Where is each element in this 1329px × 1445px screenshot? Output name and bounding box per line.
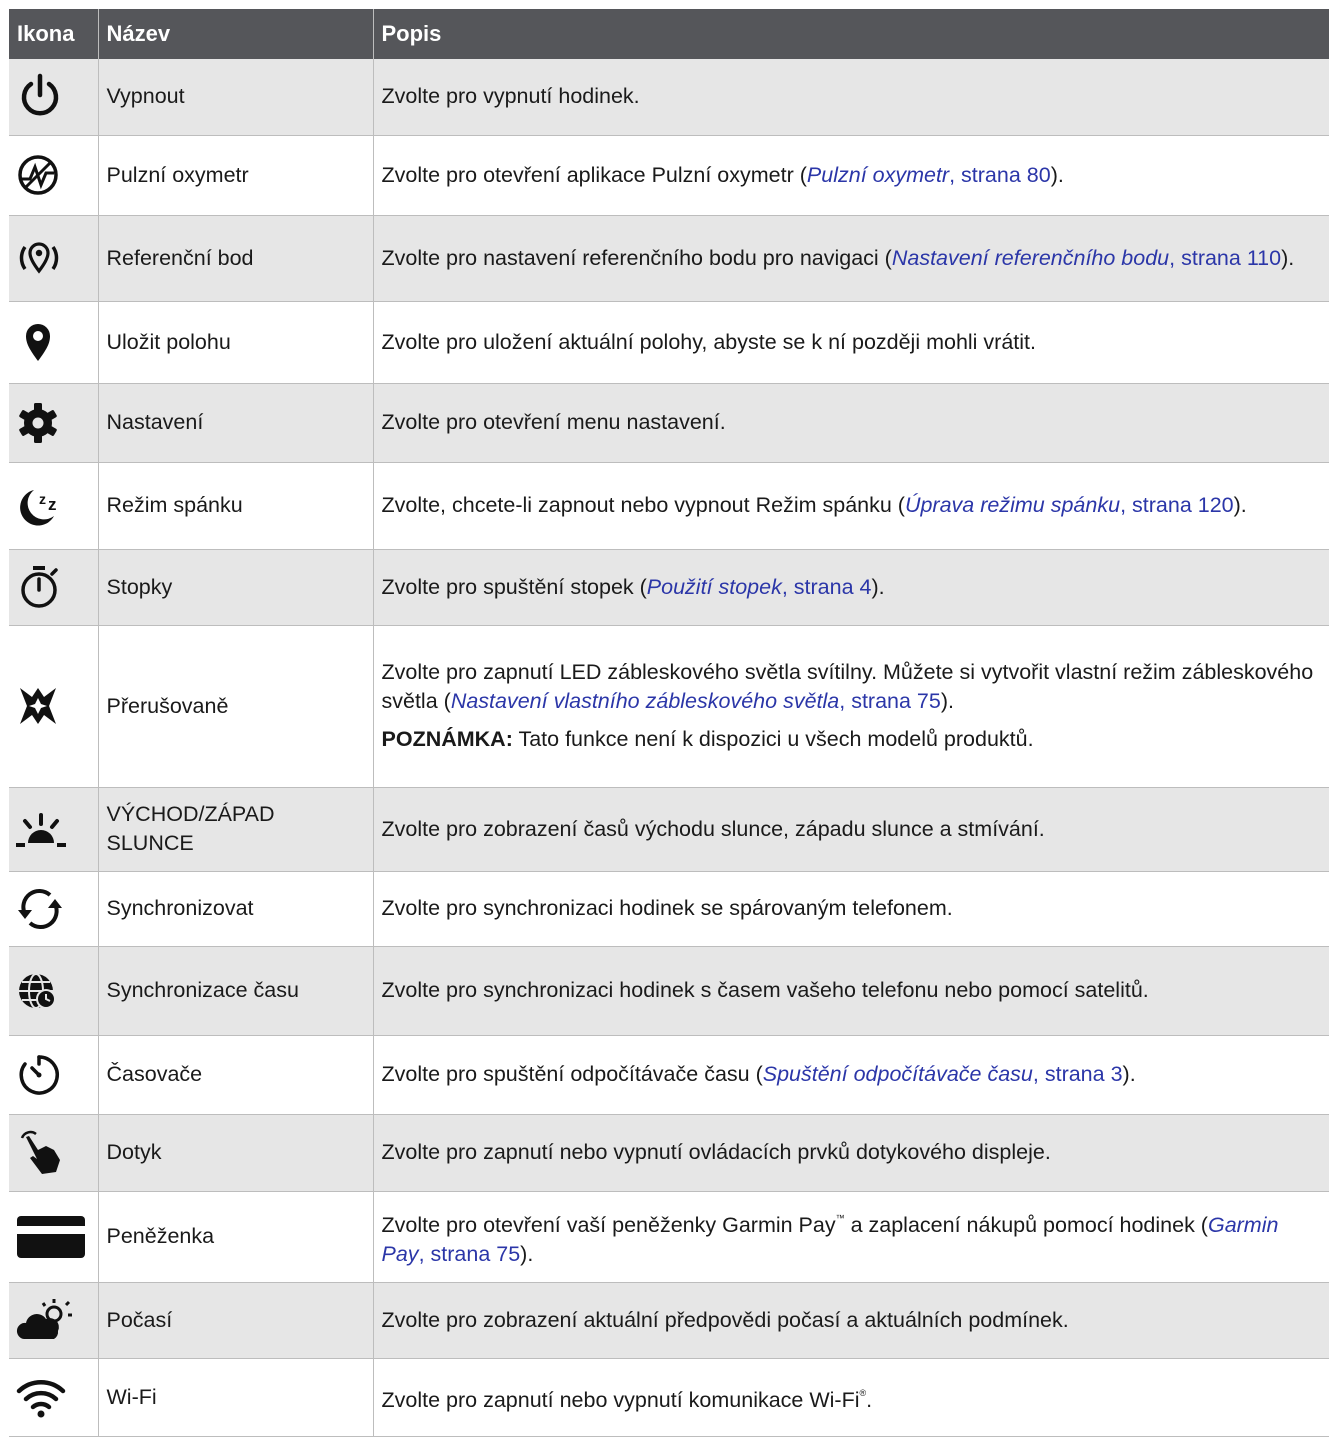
icon-cell [9, 383, 99, 463]
table-row: Pulzní oxymetr Zvolte pro otevření aplik… [9, 135, 1329, 216]
sunrise-icon [16, 813, 66, 847]
icon-cell [9, 1282, 99, 1359]
svg-text:z: z [39, 491, 46, 507]
description-cell: Zvolte pro spuštění odpočítávače času (S… [373, 1035, 1329, 1115]
table-row: Referenční bod Zvolte pro nastavení refe… [9, 215, 1329, 302]
page-reference-link[interactable]: Úprava režimu spánku, strana 120 [905, 493, 1234, 517]
icon-cell [9, 549, 99, 626]
description-cell: Zvolte pro synchronizaci hodinek se spár… [373, 871, 1329, 947]
table-row: Počasí Zvolte pro zobrazení aktuální pře… [9, 1282, 1329, 1359]
icon-cell: zz [9, 462, 99, 550]
page-reference-link[interactable]: Použití stopek, strana 4 [647, 575, 872, 599]
power-icon [21, 73, 59, 116]
description-cell: Zvolte pro zapnutí nebo vypnutí ovládací… [373, 1114, 1329, 1192]
icon-cell [9, 1191, 99, 1283]
timer-icon [19, 1054, 59, 1095]
name-cell: Peněženka [98, 1191, 374, 1283]
description-cell: Zvolte pro otevření menu nastavení. [373, 383, 1329, 463]
name-cell: Přerušovaně [98, 625, 374, 788]
wifi-icon [16, 1380, 66, 1418]
table-row: Peněženka Zvolte pro otevření vaší peněž… [9, 1191, 1329, 1283]
name-cell: Dotyk [98, 1114, 374, 1192]
icon-table: Ikona Název Popis Vypnout Zvolte pro vyp… [9, 9, 1329, 1437]
wallet-card-icon [17, 1215, 85, 1258]
name-cell: Synchronizace času [98, 946, 374, 1036]
location-pin-icon [26, 324, 50, 361]
page-reference-link[interactable]: Pulzní oxymetr, strana 80 [807, 163, 1051, 187]
table-row: Synchronizovat Zvolte pro synchronizaci … [9, 871, 1329, 947]
description-cell: Zvolte pro zobrazení časů východu slunce… [373, 787, 1329, 872]
page-reference-link[interactable]: Nastavení vlastního zábleskového světla,… [451, 689, 941, 713]
table-row: Wi-Fi Zvolte pro zapnutí nebo vypnutí ko… [9, 1358, 1329, 1437]
icon-cell [9, 301, 99, 384]
icon-cell [9, 215, 99, 302]
pulse-ox-icon [18, 155, 58, 195]
table-row: Stopky Zvolte pro spuštění stopek (Použi… [9, 549, 1329, 626]
table-row: Vypnout Zvolte pro vypnutí hodinek. [9, 59, 1329, 136]
table-row: VÝCHOD/ZÁPAD SLUNCE Zvolte pro zobrazení… [9, 787, 1329, 872]
table-row: Synchronizace času Zvolte pro synchroniz… [9, 946, 1329, 1036]
touch-hand-icon [20, 1130, 60, 1174]
name-cell: Pulzní oxymetr [98, 135, 374, 216]
name-cell: Časovače [98, 1035, 374, 1115]
name-cell: Režim spánku [98, 462, 374, 550]
icon-cell [9, 787, 99, 872]
table-header-row: Ikona Název Popis [9, 9, 1329, 59]
description-cell: Zvolte pro zapnutí nebo vypnutí komunika… [373, 1358, 1329, 1437]
name-cell: Synchronizovat [98, 871, 374, 947]
page-reference-link[interactable]: Spuštění odpočítávače času, strana 3 [763, 1062, 1123, 1086]
strobe-icon [20, 688, 56, 724]
description-cell: Zvolte pro otevření vaší peněženky Garmi… [373, 1191, 1329, 1283]
header-description: Popis [373, 9, 1329, 59]
icon-cell [9, 946, 99, 1036]
reference-point-icon [19, 242, 59, 274]
svg-text:z: z [48, 495, 57, 514]
gear-icon [19, 402, 57, 443]
name-cell: Vypnout [98, 59, 374, 136]
weather-icon [16, 1299, 72, 1339]
name-cell: Stopky [98, 549, 374, 626]
icon-cell [9, 1035, 99, 1115]
table-row: Nastavení Zvolte pro otevření menu nasta… [9, 383, 1329, 463]
name-cell: Nastavení [98, 383, 374, 463]
description-cell: Zvolte pro zobrazení aktuální předpovědi… [373, 1282, 1329, 1359]
icon-cell [9, 135, 99, 216]
description-cell: Zvolte, chcete-li zapnout nebo vypnout R… [373, 462, 1329, 550]
icon-cell [9, 625, 99, 788]
description-cell: Zvolte pro vypnutí hodinek. [373, 59, 1329, 136]
header-name: Název [98, 9, 374, 59]
table-row: Dotyk Zvolte pro zapnutí nebo vypnutí ov… [9, 1114, 1329, 1192]
icon-cell [9, 1358, 99, 1437]
description-cell: Zvolte pro uložení aktuální polohy, abys… [373, 301, 1329, 384]
name-cell: Počasí [98, 1282, 374, 1359]
header-icon: Ikona [9, 9, 99, 59]
icon-cell [9, 1114, 99, 1192]
table-row: zz Režim spánku Zvolte, chcete-li zapnou… [9, 462, 1329, 550]
name-cell: VÝCHOD/ZÁPAD SLUNCE [98, 787, 374, 872]
table-row: Časovače Zvolte pro spuštění odpočítávač… [9, 1035, 1329, 1115]
sleep-moon-icon: zz [20, 489, 57, 526]
icon-cell [9, 871, 99, 947]
sync-icon [18, 888, 62, 929]
note: POZNÁMKA: Tato funkce není k dispozici u… [381, 727, 1034, 751]
time-sync-globe-icon [19, 972, 56, 1009]
table-row: Přerušovaně Zvolte pro zapnutí LED záble… [9, 625, 1329, 788]
page-reference-link[interactable]: Nastavení referenčního bodu, strana 110 [892, 246, 1281, 270]
description-cell: Zvolte pro spuštění stopek (Použití stop… [373, 549, 1329, 626]
name-cell: Referenční bod [98, 215, 374, 302]
description-cell: Zvolte pro zapnutí LED zábleskového svět… [373, 625, 1329, 788]
icon-cell [9, 59, 99, 136]
description-cell: Zvolte pro otevření aplikace Pulzní oxym… [373, 135, 1329, 216]
description-cell: Zvolte pro nastavení referenčního bodu p… [373, 215, 1329, 302]
description-cell: Zvolte pro synchronizaci hodinek s časem… [373, 946, 1329, 1036]
stopwatch-icon [21, 566, 58, 608]
name-cell: Uložit polohu [98, 301, 374, 384]
table-row: Uložit polohu Zvolte pro uložení aktuáln… [9, 301, 1329, 384]
name-cell: Wi-Fi [98, 1358, 374, 1437]
